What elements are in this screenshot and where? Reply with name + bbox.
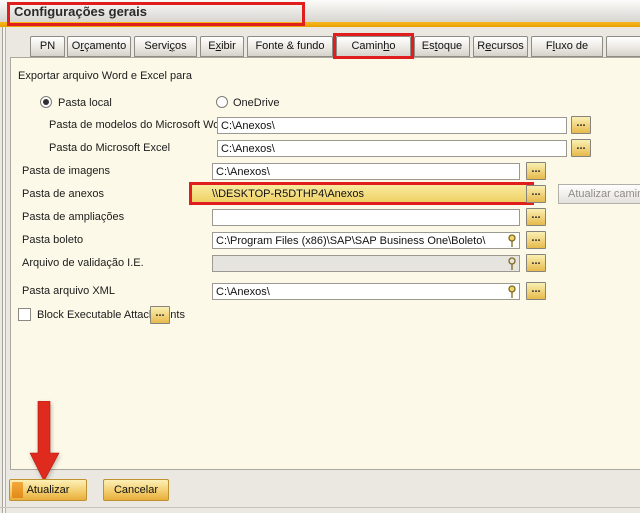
arquivo-validacao-input[interactable] [212, 255, 520, 272]
pasta-ampliacoes-input[interactable] [212, 209, 520, 226]
link-icon[interactable] [507, 234, 517, 248]
window-bottom-edge [0, 507, 640, 508]
atualizar-button-label: Atualizar [27, 484, 70, 496]
arquivo-validacao-label: Arquivo de validação I.E. [22, 257, 144, 270]
pasta-imagens-label: Pasta de imagens [22, 165, 110, 178]
tab-estoque[interactable]: Estoque [414, 36, 470, 57]
pasta-excel-input[interactable] [217, 140, 567, 157]
atualizar-caminho-button[interactable]: Atualizar camin [558, 184, 640, 204]
block-executable-attachments-checkbox[interactable] [18, 308, 31, 321]
pasta-excel-label: Pasta do Microsoft Excel [49, 142, 170, 155]
pasta-modelos-word-browse-button[interactable]: ... [571, 116, 591, 134]
cancelar-button-label: Cancelar [114, 484, 158, 496]
tab-label-post: cursos [491, 40, 523, 52]
radio-onedrive-label: OneDrive [233, 97, 279, 110]
tab-label-pre: Servi [144, 40, 169, 52]
general-settings-window: Configurações gerais PNOrçamentoServiços… [0, 0, 640, 513]
annotation-box-caminho-tab [333, 33, 414, 59]
window-left-edge-outer [2, 27, 3, 513]
tab-exibir[interactable]: Exibir [200, 36, 244, 57]
pasta-imagens-input[interactable] [212, 163, 520, 180]
window-left-edge-inner [5, 27, 6, 513]
tab-recursos[interactable]: Recursos [473, 36, 528, 57]
tab-label-post: ibir [221, 40, 236, 52]
pasta-modelos-word-label: Pasta de modelos do Microsoft Word [49, 119, 229, 132]
pasta-xml-input[interactable] [212, 283, 520, 300]
tab-label-post: oque [438, 40, 462, 52]
pasta-ampliacoes-label: Pasta de ampliações [22, 211, 124, 224]
pasta-imagens-browse-button[interactable]: ... [526, 162, 546, 180]
tab-partial[interactable] [606, 36, 640, 57]
tab-label-post: os [175, 40, 187, 52]
export-section-heading: Exportar arquivo Word e Excel para [18, 70, 192, 83]
pasta-ampliacoes-browse-button[interactable]: ... [526, 208, 546, 226]
tab-fonte-fundo[interactable]: Fonte & fundo [247, 36, 333, 57]
pasta-xml-label: Pasta arquivo XML [22, 285, 115, 298]
tab-label-pre: F [546, 40, 553, 52]
tab-label-pre: Es [422, 40, 435, 52]
pasta-boleto-browse-button[interactable]: ... [526, 231, 546, 249]
pasta-anexos-input[interactable] [212, 188, 512, 200]
pasta-boleto-input[interactable] [212, 232, 520, 249]
pasta-anexos-browse-button[interactable]: ... [526, 185, 546, 203]
tab-fluxo-de-caixa[interactable]: Fluxo de caixa [531, 36, 603, 57]
annotation-box-anexos-field [189, 182, 534, 205]
tab-label-post: çamento [84, 40, 126, 52]
radio-pasta-local-label: Pasta local [58, 97, 112, 110]
default-button-accent [12, 482, 23, 498]
tab-label-pre: PN [40, 40, 55, 52]
pasta-modelos-word-input[interactable] [217, 117, 567, 134]
link-icon[interactable] [507, 257, 517, 271]
radio-pasta-local[interactable] [40, 96, 52, 108]
link-icon[interactable] [507, 285, 517, 299]
radio-dot [43, 99, 49, 105]
tab-label-pre: R [477, 40, 485, 52]
tab-pn[interactable]: PN [30, 36, 65, 57]
tab-label-pre: Fonte & fundo [255, 40, 324, 52]
annotation-box-title [7, 2, 305, 26]
pasta-xml-browse-button[interactable]: ... [526, 282, 546, 300]
block-executable-attachments-browse-button[interactable]: ... [150, 306, 170, 324]
cancelar-button[interactable]: Cancelar [103, 479, 169, 501]
radio-onedrive[interactable] [216, 96, 228, 108]
tab-servicos[interactable]: Serviços [134, 36, 197, 57]
pasta-boleto-label: Pasta boleto [22, 234, 83, 247]
arquivo-validacao-browse-button[interactable]: ... [526, 254, 546, 272]
annotation-arrow [27, 401, 63, 483]
pasta-anexos-label: Pasta de anexos [22, 188, 104, 201]
atualizar-button[interactable]: Atualizar [9, 479, 87, 501]
pasta-excel-browse-button[interactable]: ... [571, 139, 591, 157]
tab-orcamento[interactable]: Orçamento [67, 36, 131, 57]
tab-label-pre: E [208, 40, 215, 52]
